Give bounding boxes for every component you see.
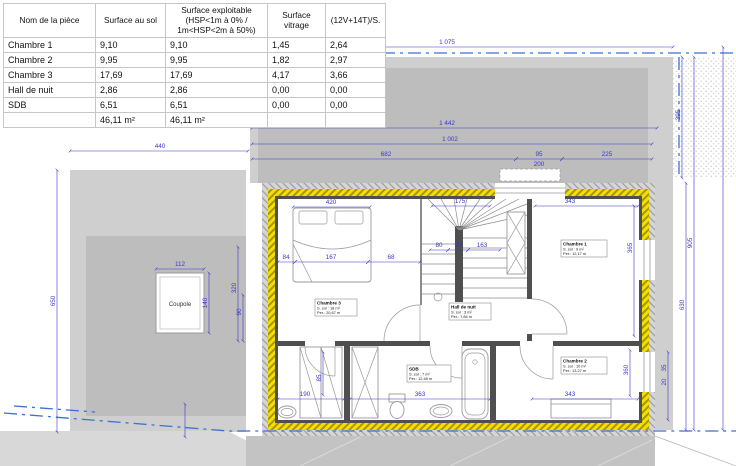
dimension-label: 1 442 bbox=[439, 120, 455, 127]
room-label-chambre3: Chambre 3 S. sol : 18 m² Per.: 20,67 m bbox=[315, 299, 357, 316]
column-header-sol: Surface au sol bbox=[96, 4, 166, 38]
dimension-label: 112 bbox=[175, 261, 186, 268]
table-total-row: 46,11 m² 46,11 m² bbox=[4, 113, 386, 128]
dimension-label: 90 bbox=[236, 308, 243, 316]
table-header-row: Nom de la pièce Surface au sol Surface e… bbox=[4, 4, 386, 38]
sink-icon bbox=[430, 405, 452, 418]
dimension-label: 175 bbox=[455, 198, 466, 205]
dimension-label: 90 bbox=[454, 242, 462, 249]
window-chambre2 bbox=[639, 352, 655, 392]
dimension-label: 35 bbox=[661, 364, 668, 372]
column-header-piece: Nom de la pièce bbox=[4, 4, 96, 38]
dimension-label: 225 bbox=[602, 151, 613, 158]
dimension-label: 343 bbox=[565, 391, 576, 398]
room-label-chambre1: Chambre 1 S. sol : 9 m² Per.: 12,17 m bbox=[561, 240, 607, 257]
total-expl: 46,11 m² bbox=[166, 113, 268, 128]
table-row: Hall de nuit 2,86 2,86 0,00 0,00 bbox=[4, 83, 386, 98]
svg-text:Per.: 7,84 m: Per.: 7,84 m bbox=[451, 314, 472, 319]
column-header-ratio: (12V+14T)/S. bbox=[326, 4, 386, 38]
room-label-chambre2: Chambre 2 S. sol : 10 m² Per.: 13,27 m bbox=[561, 357, 607, 374]
dimension-label: 80 bbox=[435, 242, 443, 249]
room-label-hall: Hall de nuit S. sol : 3 m² Per.: 7,84 m bbox=[449, 303, 491, 320]
surface-table: Nom de la pièce Surface au sol Surface e… bbox=[3, 3, 386, 128]
dimension-label: 343 bbox=[565, 198, 576, 205]
dimension-label: 395 bbox=[675, 109, 682, 120]
dimension-label: 630 bbox=[679, 299, 686, 310]
dimension-label: 95 bbox=[535, 151, 543, 158]
dimension-label: 163 bbox=[477, 242, 488, 249]
dimension-label: 68 bbox=[387, 254, 395, 261]
dimension-label: 905 bbox=[687, 237, 694, 248]
floor-plan-page: Coupole 1 075 440 1 442 1 002 682 95 200… bbox=[0, 0, 736, 466]
table-row: Chambre 1 9,10 9,10 1,45 2,64 bbox=[4, 38, 386, 53]
dimension-label: 1 002 bbox=[442, 136, 458, 143]
toilet-icon bbox=[389, 394, 405, 419]
total-sol: 46,11 m² bbox=[96, 113, 166, 128]
dimension-label: 167 bbox=[326, 254, 337, 261]
dimension-label: 200 bbox=[534, 161, 545, 168]
dimension-label: 360 bbox=[623, 364, 630, 375]
column-header-expl: Surface exploitable (HSP<1m à 0% / 1m<HS… bbox=[166, 4, 268, 38]
dimension-label: 320 bbox=[231, 282, 238, 293]
table-row: Chambre 3 17,69 17,69 4,17 3,66 bbox=[4, 68, 386, 83]
window-chambre1 bbox=[639, 240, 655, 280]
svg-text:Per.: 12,48 m: Per.: 12,48 m bbox=[409, 376, 432, 381]
column-header-vitrage: Surface vitrage bbox=[268, 4, 326, 38]
roof-window bbox=[495, 169, 565, 199]
dimension-label: 682 bbox=[381, 151, 392, 158]
dimension-label: 84 bbox=[282, 254, 290, 261]
dimension-label: 140 bbox=[202, 297, 209, 308]
bed-chambre2 bbox=[551, 399, 611, 418]
sink-icon-left bbox=[278, 406, 296, 418]
coupole-label: Coupole bbox=[169, 302, 192, 308]
dimension-label: 440 bbox=[155, 143, 166, 150]
dimension-label: 85 bbox=[316, 374, 323, 382]
dimension-label: 365 bbox=[627, 242, 634, 253]
dimension-label: 20 bbox=[661, 378, 668, 386]
coupole-box: Coupole bbox=[156, 273, 204, 333]
svg-text:Per.: 13,27 m: Per.: 13,27 m bbox=[563, 368, 586, 373]
wardrobe bbox=[507, 212, 525, 274]
dimension-label: 650 bbox=[50, 295, 57, 306]
room-label-sdb: SDB S. sol : 7 m² Per.: 12,48 m bbox=[407, 365, 451, 382]
dimension-label: 363 bbox=[415, 391, 426, 398]
neighbor-hatch-area bbox=[673, 57, 736, 178]
table-row: SDB 6,51 6,51 0,00 0,00 bbox=[4, 98, 386, 113]
svg-text:Per.: 12,17 m: Per.: 12,17 m bbox=[563, 251, 586, 256]
dimension-label: 190 bbox=[300, 391, 311, 398]
dimension-label: 420 bbox=[326, 199, 337, 206]
svg-text:Per.: 20,67 m: Per.: 20,67 m bbox=[317, 310, 340, 315]
bathtub-icon bbox=[462, 349, 488, 419]
dimension-label: 1 075 bbox=[439, 39, 455, 46]
bed-chambre3 bbox=[293, 208, 371, 282]
table-row: Chambre 2 9,95 9,95 1,82 2,97 bbox=[4, 53, 386, 68]
shower-sdb bbox=[352, 347, 378, 418]
